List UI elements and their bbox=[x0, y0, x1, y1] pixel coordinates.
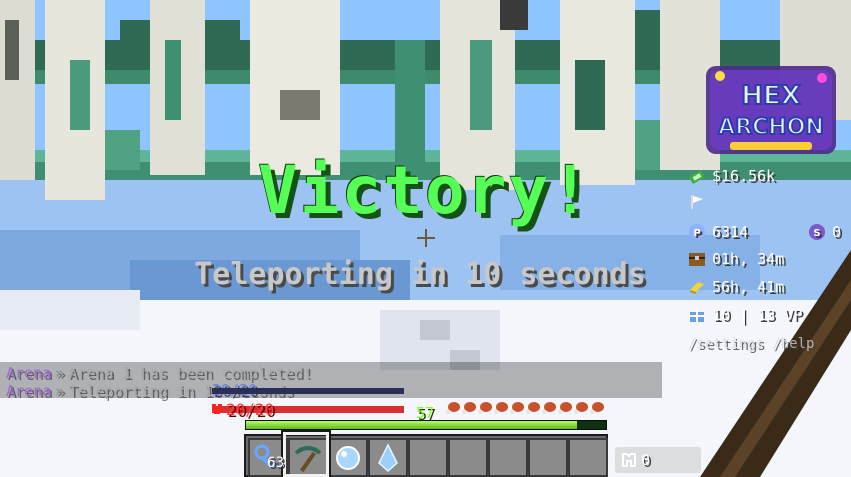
playtime-b-value: 56h, 41m bbox=[712, 278, 785, 296]
crosshair-icon bbox=[417, 229, 435, 247]
vote-points-value: 10 | 13 VP bbox=[712, 306, 803, 324]
token-icon: P bbox=[689, 224, 705, 240]
hunger-drumstick-icon bbox=[526, 402, 540, 414]
svg-text:HEX: HEX bbox=[741, 81, 801, 111]
hunger-drumstick-icon bbox=[558, 402, 572, 414]
hotbar-item-count: 63 bbox=[267, 455, 284, 471]
chat-line: Arena» Arena 1 has been completed! bbox=[6, 364, 312, 382]
scoreboard-sidebar: $16.56k P 6314 S 0 01h, 34m 56h, 41m 10 … bbox=[688, 162, 851, 358]
flag-row bbox=[688, 190, 712, 214]
hunger-drumstick-icon bbox=[574, 402, 588, 414]
health-text: 20/20 bbox=[226, 400, 275, 419]
playtime-a-value: 01h, 34m bbox=[712, 250, 785, 268]
hunger-drumstick-icon bbox=[446, 402, 460, 414]
chat-separator: » bbox=[55, 364, 65, 382]
playtime-a-row: 01h, 34m bbox=[688, 247, 784, 271]
chat-message: Arena 1 has been completed! bbox=[68, 364, 313, 382]
vote-points-row: 10 | 13 VP bbox=[688, 303, 802, 327]
chest-icon bbox=[689, 253, 705, 266]
armor-value: 0 bbox=[641, 451, 651, 469]
hotbar-selection-frame bbox=[281, 430, 331, 477]
hunger-drumstick-icon bbox=[494, 402, 508, 414]
hunger-drumstick-icon bbox=[462, 402, 476, 414]
tokens-value: 6314 bbox=[712, 223, 749, 241]
hotbar-slot[interactable] bbox=[368, 438, 408, 477]
shards-row: S 0 bbox=[808, 220, 841, 244]
flag-icon bbox=[691, 195, 703, 209]
ice-orb-icon bbox=[336, 446, 360, 470]
victory-title: Victory! bbox=[258, 152, 592, 229]
xp-bar-fill bbox=[246, 421, 578, 429]
svg-text:P: P bbox=[693, 228, 700, 239]
xp-level: 57 bbox=[415, 404, 435, 422]
hotbar-slot[interactable] bbox=[448, 438, 488, 477]
shards-value: 0 bbox=[832, 223, 842, 241]
hotbar-slot[interactable] bbox=[328, 438, 368, 477]
sidebar-footer: /settings /help bbox=[688, 336, 815, 352]
playtime-b-row: 56h, 41m bbox=[688, 275, 784, 299]
hunger-drumstick-icon bbox=[478, 402, 492, 414]
gold-ingot-icon bbox=[690, 282, 704, 294]
teleport-countdown-subtitle: Teleporting in 10 seconds bbox=[194, 257, 646, 292]
hotbar-slot[interactable] bbox=[408, 438, 448, 477]
xp-bar bbox=[245, 420, 607, 430]
shard-icon: S bbox=[809, 224, 825, 240]
svg-text:ARCHON: ARCHON bbox=[718, 115, 824, 140]
hunger-drumstick-icon bbox=[542, 402, 556, 414]
tokens-row: P 6314 bbox=[688, 220, 748, 244]
gift-icon bbox=[690, 309, 704, 322]
hotbar-slot[interactable] bbox=[568, 438, 608, 477]
armor-icon bbox=[622, 453, 636, 467]
chat-separator: » bbox=[55, 382, 65, 400]
hunger-bar bbox=[446, 402, 604, 414]
armor-indicator: 0 bbox=[615, 447, 701, 473]
money-value: $16.56k bbox=[712, 167, 776, 185]
money-row: $16.56k bbox=[688, 164, 775, 188]
chat-prefix: Arena bbox=[6, 382, 52, 400]
money-icon bbox=[688, 170, 706, 184]
mana-bar bbox=[212, 388, 404, 394]
chat-prefix: Arena bbox=[6, 364, 52, 382]
hotbar-slot[interactable] bbox=[488, 438, 528, 477]
hunger-drumstick-icon bbox=[590, 402, 604, 414]
ice-shard-icon bbox=[378, 443, 398, 473]
hunger-drumstick-icon bbox=[510, 402, 524, 414]
hotbar-slot[interactable] bbox=[528, 438, 568, 477]
server-logo: HEX ARCHON bbox=[706, 66, 836, 154]
svg-text:S: S bbox=[813, 228, 820, 239]
